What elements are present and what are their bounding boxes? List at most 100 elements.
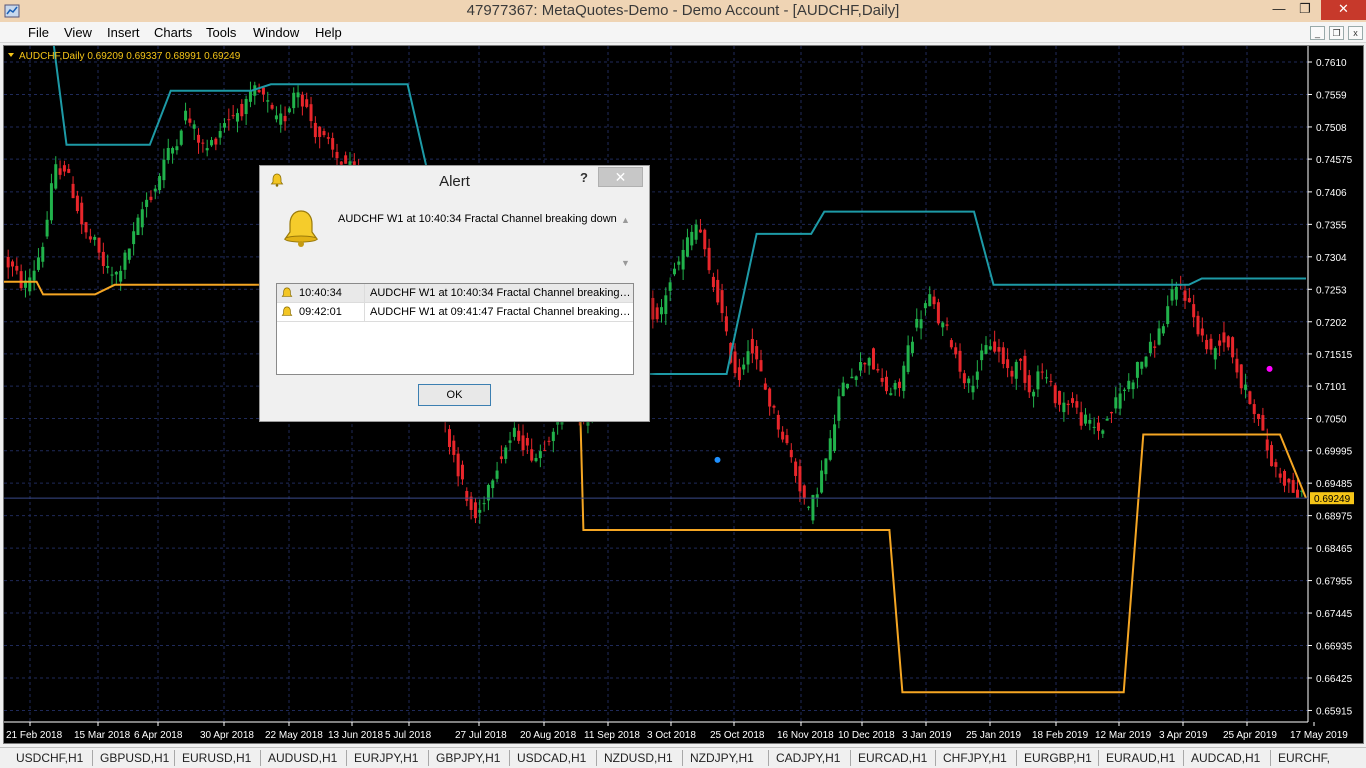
- symbol-tab[interactable]: NZDJPY,H1: [690, 751, 754, 765]
- price-tick-label: 0.71515: [1316, 350, 1353, 361]
- symbol-tab[interactable]: CHFJPY,H1: [943, 751, 1007, 765]
- help-button[interactable]: ?: [580, 170, 588, 185]
- candle-body: [227, 119, 231, 121]
- candle-body: [322, 131, 326, 136]
- time-tick-label: 3 Jan 2019: [902, 730, 952, 741]
- symbol-tab[interactable]: USDCAD,H1: [517, 751, 586, 765]
- menu-file[interactable]: File: [28, 25, 49, 40]
- time-tick-label: 6 Apr 2018: [134, 730, 183, 741]
- symbol-tab[interactable]: USDCHF,H1: [16, 751, 83, 765]
- alert-message: AUDCHF W1 at 10:40:34 Fractal Channel br…: [338, 213, 617, 225]
- symbol-tab[interactable]: AUDUSD,H1: [268, 751, 337, 765]
- symbol-tab[interactable]: EURUSD,H1: [182, 751, 251, 765]
- menu-insert[interactable]: Insert: [107, 25, 140, 40]
- candle-body: [175, 146, 179, 151]
- alert-list[interactable]: 10:40:34 AUDCHF W1 at 10:40:34 Fractal C…: [276, 283, 634, 375]
- menu-charts[interactable]: Charts: [154, 25, 192, 40]
- alert-text: AUDCHF W1 at 09:41:47 Fractal Channel br…: [370, 306, 632, 318]
- candle-body: [1283, 471, 1287, 486]
- minimize-button[interactable]: —: [1268, 0, 1290, 20]
- candle-body: [802, 485, 806, 499]
- time-tick-label: 17 May 2019: [1290, 730, 1348, 741]
- candle-body: [240, 103, 244, 117]
- candle-body: [988, 346, 992, 350]
- candle-body: [1187, 298, 1191, 303]
- chart-background: [4, 46, 1363, 743]
- candle-body: [534, 457, 538, 462]
- candle-body: [1079, 412, 1083, 426]
- candle-body: [1200, 328, 1204, 336]
- candle-body: [543, 450, 547, 452]
- candle-body: [274, 115, 278, 120]
- alert-title-bar[interactable]: Alert ? ✕: [260, 166, 649, 196]
- mdi-minimize-button[interactable]: _: [1310, 26, 1325, 40]
- close-button[interactable]: ✕: [1321, 0, 1366, 20]
- candle-body: [724, 316, 728, 332]
- symbol-tab[interactable]: GBPUSD,H1: [100, 751, 169, 765]
- candle-body: [210, 140, 214, 146]
- candle-body: [84, 222, 88, 233]
- candle-body: [867, 358, 871, 366]
- symbol-tab[interactable]: EURCHF,: [1278, 751, 1330, 765]
- price-tick-label: 0.7101: [1316, 382, 1347, 393]
- candle-body: [235, 113, 239, 122]
- candle-body: [110, 274, 114, 276]
- candle-body: [538, 451, 542, 459]
- candle-body: [331, 138, 335, 150]
- candle-body: [1105, 418, 1109, 421]
- candle-body: [811, 494, 815, 521]
- candle-body: [1001, 347, 1005, 364]
- symbol-tab[interactable]: CADJPY,H1: [776, 751, 840, 765]
- symbol-tab[interactable]: EURCAD,H1: [858, 751, 927, 765]
- ok-button[interactable]: OK: [418, 384, 491, 406]
- candle-body: [664, 295, 668, 314]
- mdi-close-button[interactable]: x: [1348, 26, 1363, 40]
- candle-body: [859, 362, 863, 371]
- candle-body: [179, 130, 183, 145]
- candle-body: [41, 246, 45, 262]
- menu-help[interactable]: Help: [315, 25, 342, 40]
- restore-button[interactable]: ❐: [1294, 0, 1316, 20]
- candle-body: [6, 256, 10, 268]
- candle-body: [659, 307, 663, 315]
- candle-body: [1287, 478, 1291, 483]
- candle-body: [1296, 489, 1300, 499]
- candle-body: [828, 438, 832, 460]
- symbol-tab[interactable]: EURJPY,H1: [354, 751, 418, 765]
- symbol-tab[interactable]: NZDUSD,H1: [604, 751, 673, 765]
- symbol-tab[interactable]: AUDCAD,H1: [1191, 751, 1260, 765]
- menu-view[interactable]: View: [64, 25, 92, 40]
- candle-body: [884, 376, 888, 392]
- menu-window[interactable]: Window: [253, 25, 299, 40]
- alert-row[interactable]: 10:40:34 AUDCHF W1 at 10:40:34 Fractal C…: [277, 284, 633, 303]
- candle-body: [854, 376, 858, 380]
- candle-body: [214, 138, 218, 145]
- mdi-restore-button[interactable]: ❐: [1329, 26, 1344, 40]
- candle-body: [755, 346, 759, 360]
- candle-body: [244, 98, 248, 115]
- alert-row[interactable]: 09:42:01 AUDCHF W1 at 09:41:47 Fractal C…: [277, 303, 633, 322]
- candle-body: [521, 435, 525, 451]
- scroll-down-arrow-icon[interactable]: ▼: [621, 258, 630, 268]
- symbol-tab[interactable]: EURGBP,H1: [1024, 751, 1092, 765]
- menu-tools[interactable]: Tools: [206, 25, 236, 40]
- price-chart[interactable]: 0.7610 0.7559 0.7508 0.74575 0.7406 0.7355 0.7…: [4, 46, 1363, 743]
- chart-window[interactable]: 0.7610 0.7559 0.7508 0.74575 0.7406 0.7355 0.7…: [3, 45, 1364, 744]
- candle-body: [473, 502, 477, 519]
- candle-body: [759, 360, 763, 372]
- candle-body: [1075, 401, 1079, 408]
- symbol-tab[interactable]: GBPJPY,H1: [436, 751, 500, 765]
- bell-icon: [283, 210, 319, 247]
- candle-body: [162, 159, 166, 181]
- candle-body: [478, 509, 482, 513]
- candle-body: [1205, 339, 1209, 350]
- alert-close-button[interactable]: ✕: [598, 167, 643, 187]
- candle-body: [1135, 361, 1139, 378]
- candle-body: [287, 108, 291, 113]
- scroll-up-arrow-icon[interactable]: ▲: [621, 215, 630, 225]
- symbol-tab[interactable]: EURAUD,H1: [1106, 751, 1175, 765]
- candle-body: [876, 369, 880, 371]
- column-divider: [364, 303, 365, 322]
- candle-body: [54, 164, 58, 189]
- candle-body: [123, 252, 127, 270]
